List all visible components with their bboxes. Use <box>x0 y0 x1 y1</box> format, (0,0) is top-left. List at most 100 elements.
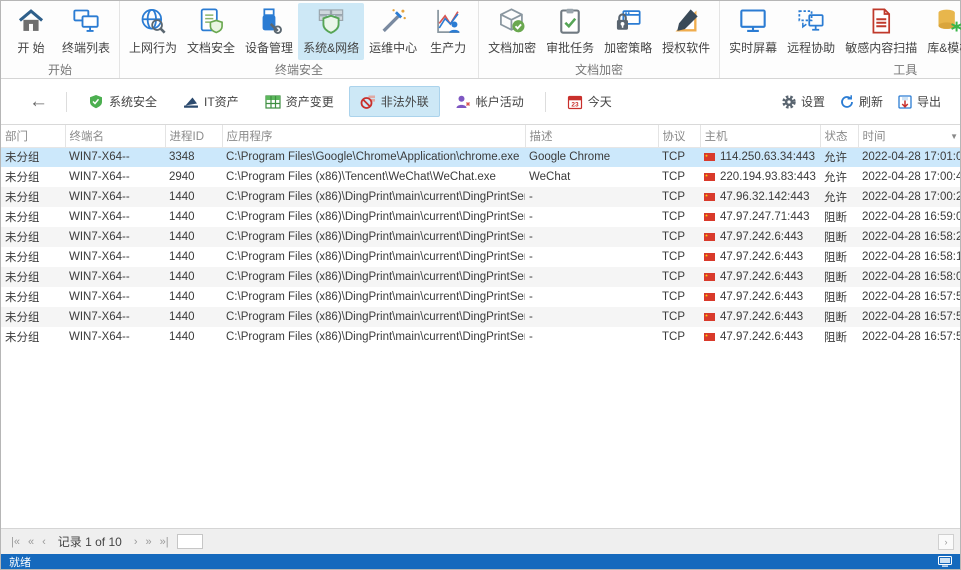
cell-app: C:\Program Files (x86)\DingPrint\main\cu… <box>222 187 525 207</box>
column-header-app[interactable]: 应用程序 <box>222 125 525 147</box>
ribbon-item-2-3[interactable]: 授权软件 <box>657 3 715 60</box>
table-row[interactable]: 未分组WIN7-X64--1440C:\Program Files (x86)\… <box>1 207 960 227</box>
action-button-1[interactable]: 刷新 <box>832 88 890 115</box>
column-header-dept[interactable]: 部门 <box>1 125 65 147</box>
ribbon-item-label: 运维中心 <box>369 39 417 56</box>
cell-proto: TCP <box>658 307 700 327</box>
china-flag-icon <box>704 293 715 301</box>
column-header-terminal[interactable]: 终端名 <box>65 125 165 147</box>
back-arrow-icon[interactable]: ← <box>19 89 58 115</box>
ribbon-group-0: 开 始终端列表开始 <box>1 1 120 78</box>
ribbon-item-3-2[interactable]: 敏感内容扫描 <box>840 3 922 60</box>
cell-terminal: WIN7-X64-- <box>65 147 165 167</box>
last-page-icon[interactable]: »| <box>156 535 173 549</box>
ribbon-item-1-1[interactable]: 文档安全 <box>182 3 240 60</box>
cell-desc: - <box>525 227 658 247</box>
table-row[interactable]: 未分组WIN7-X64--2940C:\Program Files (x86)\… <box>1 167 960 187</box>
ribbon-item-3-0[interactable]: 实时屏幕 <box>724 3 782 60</box>
cell-status: 阻断 <box>820 307 858 327</box>
fast-backward-icon[interactable]: « <box>24 535 38 549</box>
svg-text:23: 23 <box>571 101 579 108</box>
column-header-host[interactable]: 主机 <box>700 125 820 147</box>
ribbon-item-0-1[interactable]: 终端列表 <box>57 3 115 60</box>
ribbon-item-2-1[interactable]: 审批任务 <box>541 3 599 60</box>
cell-status: 阻断 <box>820 267 858 287</box>
cell-host: 47.97.242.6:443 <box>700 287 820 307</box>
table-row[interactable]: 未分组WIN7-X64--1440C:\Program Files (x86)\… <box>1 287 960 307</box>
ribbon-item-2-0[interactable]: 文档加密 <box>483 3 541 60</box>
china-flag-icon <box>704 313 715 321</box>
cell-dept: 未分组 <box>1 307 65 327</box>
cell-time: 2022-04-28 16:58:01 <box>858 267 960 287</box>
refresh-icon <box>839 94 855 110</box>
asset-change-icon <box>265 94 281 110</box>
ribbon-group-3: 实时屏幕远程协助敏感内容扫描库&模板报表中心更多...工具 <box>720 1 961 78</box>
table-row[interactable]: 未分组WIN7-X64--1440C:\Program Files (x86)\… <box>1 187 960 207</box>
column-header-pid[interactable]: 进程ID <box>165 125 222 147</box>
cell-host: 47.97.242.6:443 <box>700 227 820 247</box>
first-page-icon[interactable]: |« <box>7 535 24 549</box>
table-row[interactable]: 未分组WIN7-X64--1440C:\Program Files (x86)\… <box>1 267 960 287</box>
cell-host: 220.194.93.83:443 <box>700 167 820 187</box>
action-button-label: 刷新 <box>859 93 883 110</box>
filter-button-3[interactable]: 非法外联 <box>349 86 440 117</box>
connections-table: 部门终端名进程ID应用程序描述协议主机状态时间▼ 未分组WIN7-X64--33… <box>1 125 960 347</box>
sort-desc-icon[interactable]: ▼ <box>950 132 958 141</box>
cell-terminal: WIN7-X64-- <box>65 247 165 267</box>
monitor-status-icon[interactable] <box>938 556 952 567</box>
fast-forward-icon[interactable]: » <box>142 535 156 549</box>
table-row[interactable]: 未分组WIN7-X64--1440C:\Program Files (x86)\… <box>1 247 960 267</box>
ribbon-item-1-2[interactable]: 设备管理 <box>240 3 298 60</box>
cell-host: 47.97.242.6:443 <box>700 327 820 347</box>
cell-app: C:\Program Files (x86)\DingPrint\main\cu… <box>222 307 525 327</box>
column-header-time[interactable]: 时间▼ <box>858 125 960 147</box>
next-page-icon[interactable]: › <box>130 535 142 549</box>
ribbon-item-3-3[interactable]: 库&模板 <box>922 3 961 60</box>
column-header-proto[interactable]: 协议 <box>658 125 700 147</box>
ribbon-item-2-2[interactable]: 加密策略 <box>599 3 657 60</box>
filter-button-0[interactable]: 系统安全 <box>77 86 168 117</box>
cell-proto: TCP <box>658 147 700 167</box>
column-header-desc[interactable]: 描述 <box>525 125 658 147</box>
ribbon-item-label: 授权软件 <box>662 39 710 56</box>
cell-dept: 未分组 <box>1 207 65 227</box>
ribbon-item-label: 加密策略 <box>604 39 652 56</box>
ribbon-item-1-3[interactable]: 系统&网络 <box>298 3 364 60</box>
column-header-status[interactable]: 状态 <box>820 125 858 147</box>
ribbon-item-1-0[interactable]: 上网行为 <box>124 3 182 60</box>
ribbon-item-1-5[interactable]: 生产力 <box>422 3 474 60</box>
toolbar-actions: 设置 刷新导出 <box>774 88 948 115</box>
cell-pid: 1440 <box>165 287 222 307</box>
filter-button-4[interactable]: 帐户活动 <box>444 86 535 117</box>
filter-button-1[interactable]: IT资产 <box>172 86 250 117</box>
ribbon-item-label: 开 始 <box>17 39 44 56</box>
cell-pid: 1440 <box>165 267 222 287</box>
cell-desc: - <box>525 207 658 227</box>
filter-button-label: 资产变更 <box>286 93 334 110</box>
action-button-2[interactable]: 导出 <box>890 88 948 115</box>
ribbon-item-3-1[interactable]: 远程协助 <box>782 3 840 60</box>
page-number-input[interactable] <box>177 534 203 549</box>
web-behavior-icon <box>138 6 168 36</box>
action-button-0[interactable]: 设置 <box>774 88 832 115</box>
cell-terminal: WIN7-X64-- <box>65 167 165 187</box>
table-row[interactable]: 未分组WIN7-X64--3348C:\Program Files\Google… <box>1 147 960 167</box>
prev-page-icon[interactable]: ‹ <box>38 535 50 549</box>
table-row[interactable]: 未分组WIN7-X64--1440C:\Program Files (x86)\… <box>1 327 960 347</box>
table-row[interactable]: 未分组WIN7-X64--1440C:\Program Files (x86)\… <box>1 227 960 247</box>
ribbon-item-label: 实时屏幕 <box>729 39 777 56</box>
filter-buttons: 系统安全IT资产 资产变更非法外联帐户活动 <box>75 86 537 117</box>
china-flag-icon <box>704 233 715 241</box>
cell-pid: 1440 <box>165 247 222 267</box>
remote-assist-icon <box>796 6 826 36</box>
pager-bar: |««‹ 记录 1 of 10 ›»»| › <box>1 528 960 554</box>
cell-desc: - <box>525 247 658 267</box>
pager-scroll-button[interactable]: › <box>938 534 954 550</box>
ribbon-item-0-0[interactable]: 开 始 <box>5 3 57 60</box>
ribbon-item-1-4[interactable]: 运维中心 <box>364 3 422 60</box>
cell-status: 阻断 <box>820 287 858 307</box>
date-filter-today-button[interactable]: 23今天 <box>556 86 623 117</box>
table-row[interactable]: 未分组WIN7-X64--1440C:\Program Files (x86)\… <box>1 307 960 327</box>
filter-button-2[interactable]: 资产变更 <box>254 86 345 117</box>
ribbon-item-label: 审批任务 <box>546 39 594 56</box>
